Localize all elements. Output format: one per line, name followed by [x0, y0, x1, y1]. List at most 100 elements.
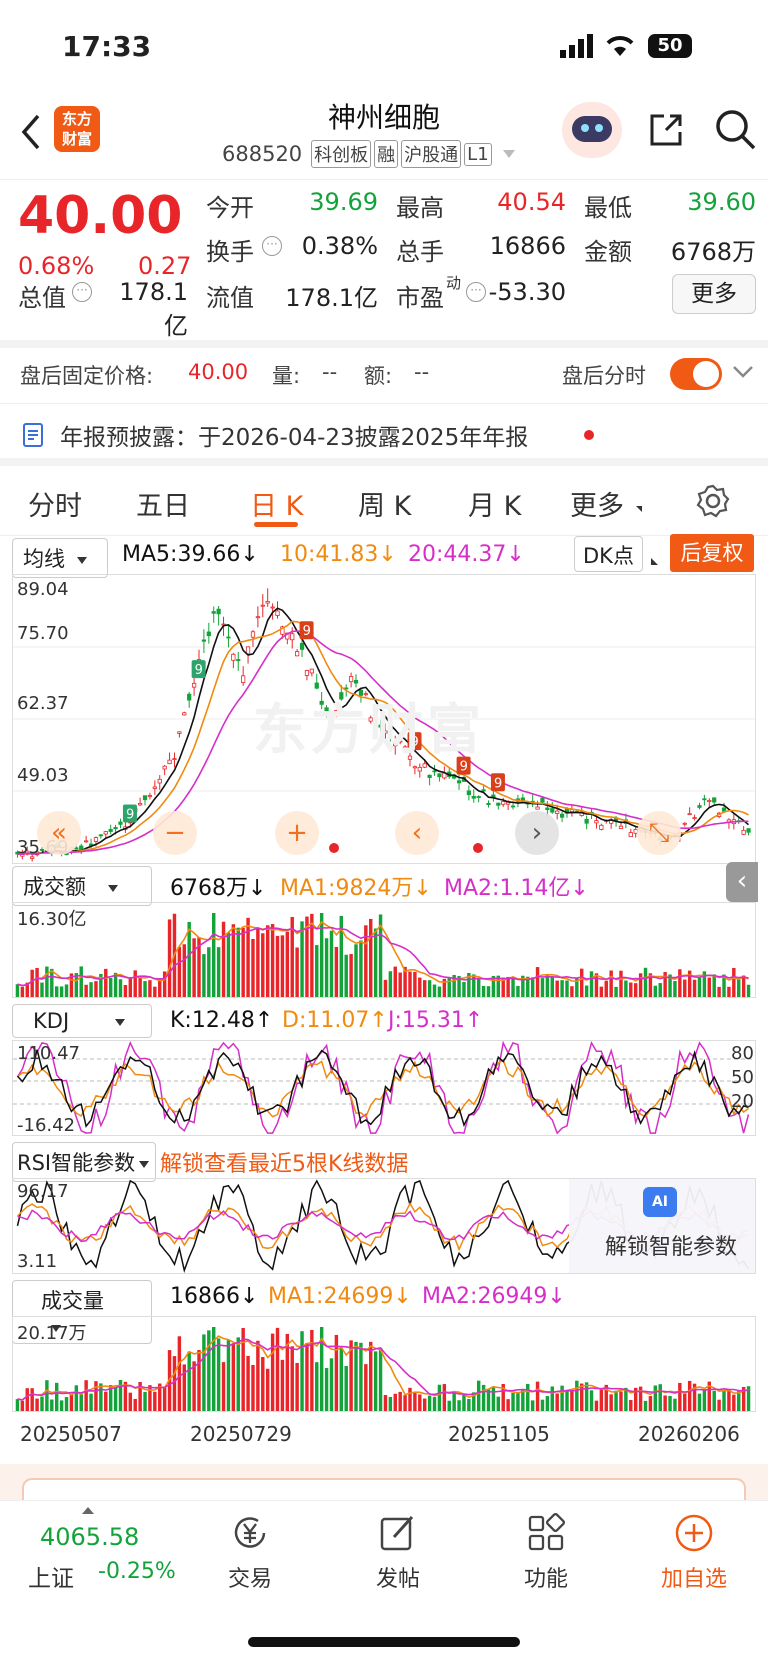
kdj-select[interactable]: KDJ — [12, 1004, 152, 1038]
volume-bar — [516, 1391, 520, 1411]
dk-point-button[interactable]: DK点 — [574, 536, 643, 572]
volume-bar — [108, 977, 113, 997]
volume-bar — [324, 938, 329, 997]
share-icon[interactable] — [646, 110, 686, 150]
corner-triangle-icon — [636, 506, 642, 512]
unlock-overlay[interactable]: AI 解锁智能参数 — [569, 1179, 755, 1273]
volume-bar — [369, 1341, 373, 1411]
zoom-out-button[interactable]: − — [153, 811, 197, 855]
volume-bar — [35, 1398, 39, 1411]
tab-daily-k[interactable]: 日 K — [250, 484, 303, 523]
index-value[interactable]: 4065.58 — [40, 1523, 139, 1551]
candle-body — [290, 633, 295, 641]
collapse-panel-button[interactable]: ‹ — [726, 862, 758, 902]
nav-add-watchlist[interactable]: 加自选 — [644, 1513, 744, 1593]
volume-bar — [300, 1331, 304, 1411]
chevron-down-icon[interactable] — [502, 150, 515, 158]
volume-bar — [221, 1362, 226, 1411]
volume-bar — [45, 1380, 49, 1411]
quote-panel: 40.00 0.68% 0.27 今开 39.69 最高 40.54 最低 39… — [0, 180, 768, 340]
volume-svg — [15, 1327, 751, 1411]
volume-bar — [187, 1351, 191, 1411]
chevron-down-icon[interactable] — [732, 364, 754, 380]
nav-trade[interactable]: 交易 — [200, 1513, 300, 1593]
document-icon — [23, 423, 43, 447]
adjust-button[interactable]: 后复权 — [670, 534, 754, 572]
candle-body — [172, 758, 177, 760]
candle-body — [138, 802, 143, 806]
volume-bar — [472, 974, 476, 997]
amount-ma2: MA2:1.14亿↓ — [444, 876, 589, 901]
rsi-chart[interactable]: 96.17 3.11 AI 解锁智能参数 — [12, 1178, 756, 1274]
prev-button[interactable]: ‹ — [395, 811, 439, 855]
volume-bar — [104, 968, 108, 997]
volume-bar — [261, 1356, 265, 1411]
volume-bar — [280, 935, 285, 997]
volume-bar — [393, 1393, 397, 1411]
volume-bar — [658, 983, 662, 997]
notice-bar[interactable]: 年报预披露：于2026-04-23披露2025年年报 — [0, 404, 768, 466]
volume-bar — [94, 1381, 98, 1411]
scroll-left-icon[interactable]: « — [37, 811, 81, 855]
after-hours-label: 盘后固定价格: — [20, 364, 154, 388]
volume-bar — [40, 982, 44, 997]
volume-bar — [216, 947, 221, 997]
float-value: 178.1亿 — [285, 284, 378, 312]
candle-body — [157, 778, 162, 784]
volume-bar — [79, 1394, 83, 1411]
volume-bar — [231, 924, 236, 997]
amount-select[interactable]: 成交额 — [12, 866, 152, 906]
next-button[interactable]: › — [515, 811, 559, 855]
tab-intraday[interactable]: 分时 — [28, 484, 82, 523]
volume-bar — [530, 1400, 535, 1411]
zoom-in-button[interactable]: + — [275, 811, 319, 855]
volume-bar — [535, 1381, 540, 1411]
tab-five-day[interactable]: 五日 — [136, 484, 190, 523]
gear-icon[interactable] — [696, 484, 730, 518]
info-icon[interactable]: ··· — [262, 236, 282, 256]
unlock-button[interactable]: 解锁智能参数 — [605, 1229, 737, 1261]
indicator-select[interactable]: 均线 — [12, 538, 108, 578]
ma5-readout: MA5:39.66↓ — [122, 542, 259, 567]
rsi-select[interactable]: RSI智能参数 — [12, 1142, 156, 1182]
nav-functions[interactable]: 功能 — [496, 1513, 596, 1593]
after-hours-toggle[interactable] — [670, 358, 722, 390]
search-icon[interactable] — [714, 108, 758, 152]
volume-chart[interactable]: 20.17万 — [12, 1316, 756, 1412]
nav-post[interactable]: 发帖 — [348, 1513, 448, 1593]
expand-icon[interactable] — [82, 1507, 94, 1514]
more-button[interactable]: 更多 — [672, 274, 756, 314]
info-icon[interactable]: ··· — [72, 282, 92, 302]
fullscreen-icon[interactable]: ⤡ — [637, 811, 681, 855]
volume-bar — [570, 986, 574, 997]
volume-bar — [555, 1393, 559, 1411]
volume-bar — [486, 986, 491, 997]
tab-more[interactable]: 更多 — [570, 484, 624, 523]
volume-bar — [113, 1387, 118, 1411]
volume-bar — [388, 971, 393, 997]
tab-weekly-k[interactable]: 周 K — [358, 484, 411, 523]
amount-chart[interactable]: 16.30亿 — [12, 902, 756, 998]
volume-bar — [275, 935, 280, 997]
candle-body — [427, 774, 432, 778]
kdj-chart[interactable]: 110.47 -16.42 80 50 20 — [12, 1040, 756, 1136]
high-value: 40.54 — [497, 188, 566, 216]
rsi-unlock-link[interactable]: 解锁查看最近5根K线数据 — [160, 1146, 408, 1178]
after-hours-price: 40.00 — [188, 360, 249, 384]
volume-bar — [432, 1397, 437, 1411]
volume-bar — [403, 1395, 407, 1411]
candle-body — [162, 765, 167, 770]
candle-body — [412, 766, 418, 769]
index-change[interactable]: -0.25% — [98, 1559, 176, 1584]
candle-body — [466, 790, 471, 796]
candle-body — [697, 805, 702, 808]
volume-bar — [59, 1400, 64, 1411]
tab-monthly-k[interactable]: 月 K — [468, 484, 521, 523]
robot-assistant-icon[interactable] — [562, 102, 622, 158]
volume-bar — [45, 966, 49, 997]
volume-bar — [236, 1337, 240, 1411]
index-name[interactable]: 上证 — [28, 1559, 74, 1593]
candle-body — [682, 822, 687, 825]
kline-chart[interactable]: 999999 东方财富 89.04 75.70 62.37 49.03 35.6… — [12, 574, 756, 864]
volume-bar — [575, 1380, 579, 1411]
